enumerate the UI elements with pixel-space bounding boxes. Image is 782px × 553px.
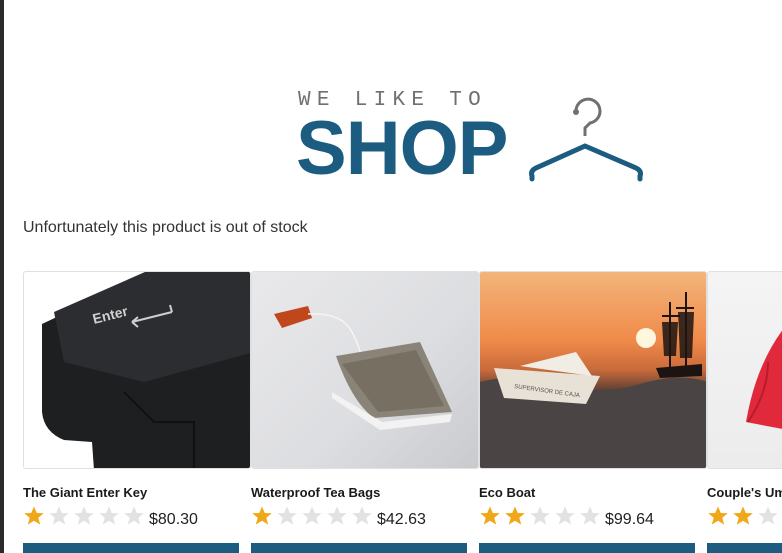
product-name[interactable]: Couple's Um bbox=[707, 485, 782, 500]
star-empty-icon bbox=[352, 506, 372, 525]
add-to-cart-button[interactable] bbox=[479, 543, 695, 553]
product-price: $80.30 bbox=[149, 511, 198, 528]
product-price: $42.63 bbox=[377, 511, 426, 528]
product-name[interactable]: Eco Boat bbox=[479, 485, 535, 500]
hanger-icon bbox=[529, 97, 643, 182]
star-empty-icon bbox=[277, 506, 297, 525]
product-carousel: Enter The Giant Enter Key $80.30 Waterpr… bbox=[23, 271, 782, 553]
star-empty-icon bbox=[327, 506, 347, 525]
star-filled-icon bbox=[480, 506, 500, 525]
star-filled-icon bbox=[505, 506, 525, 525]
product-image-tea-bag[interactable] bbox=[251, 271, 479, 469]
add-to-cart-button[interactable] bbox=[707, 543, 782, 553]
star-empty-icon bbox=[555, 506, 575, 525]
star-empty-icon bbox=[580, 506, 600, 525]
star-empty-icon bbox=[74, 506, 94, 525]
product-image-paper-boat-sunset[interactable]: SUPERVISOR DE CAJA bbox=[479, 271, 707, 469]
product-card[interactable]: Couple's Um bbox=[707, 271, 782, 553]
product-card[interactable]: Waterproof Tea Bags $42.63 bbox=[251, 271, 479, 553]
star-empty-icon bbox=[99, 506, 119, 525]
out-of-stock-message: Unfortunately this product is out of sto… bbox=[23, 219, 308, 236]
star-filled-icon bbox=[708, 506, 728, 525]
logo-wordmark: SHOP bbox=[296, 106, 508, 191]
star-filled-icon bbox=[24, 506, 44, 525]
add-to-cart-button[interactable] bbox=[23, 543, 239, 553]
star-empty-icon bbox=[530, 506, 550, 525]
product-image-giant-enter-key[interactable]: Enter bbox=[23, 271, 251, 469]
product-card[interactable]: SUPERVISOR DE CAJA Eco Boat $99.64 bbox=[479, 271, 707, 553]
star-filled-icon bbox=[252, 506, 272, 525]
product-image-red-umbrella[interactable] bbox=[707, 271, 782, 469]
window-left-edge bbox=[0, 0, 4, 553]
product-price: $99.64 bbox=[605, 511, 654, 528]
product-card[interactable]: Enter The Giant Enter Key $80.30 bbox=[23, 271, 251, 553]
shop-logo[interactable]: WE LIKE TO SHOP bbox=[296, 86, 656, 191]
add-to-cart-button[interactable] bbox=[251, 543, 467, 553]
product-name[interactable]: Waterproof Tea Bags bbox=[251, 485, 380, 500]
star-filled-icon bbox=[733, 506, 753, 525]
star-empty-icon bbox=[49, 506, 69, 525]
star-empty-icon bbox=[758, 506, 778, 525]
star-empty-icon bbox=[124, 506, 144, 525]
product-name[interactable]: The Giant Enter Key bbox=[23, 485, 147, 500]
star-empty-icon bbox=[302, 506, 322, 525]
